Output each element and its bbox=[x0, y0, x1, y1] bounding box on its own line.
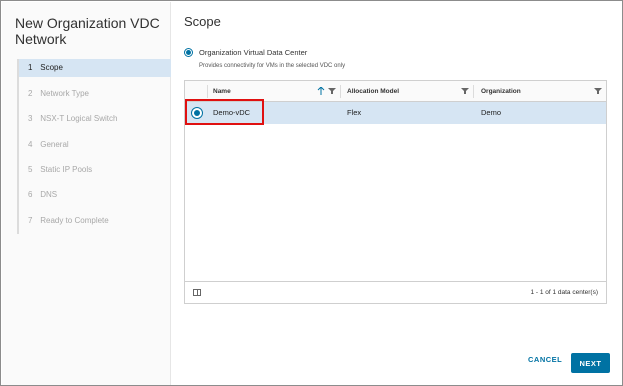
filter-icon[interactable] bbox=[328, 87, 336, 95]
next-button[interactable]: NEXT bbox=[571, 353, 610, 373]
sort-ascending-icon[interactable] bbox=[317, 87, 325, 95]
step-label: General bbox=[40, 140, 69, 149]
step-label: Scope bbox=[40, 63, 63, 72]
wizard-dialog: New Organization VDC Network 1 Scope 2 N… bbox=[0, 0, 623, 386]
cancel-button[interactable]: CANCEL bbox=[528, 355, 562, 364]
filter-icon[interactable] bbox=[461, 87, 469, 95]
step-label: NSX-T Logical Switch bbox=[40, 114, 118, 123]
step-scope[interactable]: 1 Scope bbox=[19, 59, 171, 77]
step-ready-to-complete[interactable]: 7 Ready to Complete bbox=[19, 212, 171, 230]
radio-selected-icon[interactable] bbox=[184, 48, 193, 57]
column-divider bbox=[473, 85, 474, 98]
wizard-title: New Organization VDC Network bbox=[15, 15, 160, 47]
filter-icon[interactable] bbox=[594, 87, 602, 95]
step-label: Network Type bbox=[40, 89, 89, 98]
step-number: 7 bbox=[28, 216, 33, 225]
scope-option-description: Provides connectivity for VMs in the sel… bbox=[199, 63, 346, 69]
step-label: DNS bbox=[40, 190, 58, 199]
cell-organization: Demo bbox=[481, 108, 502, 117]
step-static-ip-pools[interactable]: 5 Static IP Pools bbox=[19, 161, 171, 179]
step-number: 6 bbox=[28, 190, 33, 199]
step-label: Static IP Pools bbox=[40, 165, 93, 174]
scope-option[interactable]: Organization Virtual Data Center bbox=[184, 48, 307, 57]
wizard-sidebar: New Organization VDC Network 1 Scope 2 N… bbox=[2, 2, 171, 385]
column-divider bbox=[340, 85, 341, 98]
cell-allocation-model: Flex bbox=[347, 108, 362, 117]
step-number: 3 bbox=[28, 114, 33, 123]
column-header-organization[interactable]: Organization bbox=[481, 81, 521, 102]
step-number: 2 bbox=[28, 89, 33, 98]
step-network-type[interactable]: 2 Network Type bbox=[19, 85, 171, 103]
wizard-main: Scope Organization Virtual Data Center P… bbox=[172, 2, 622, 385]
scope-option-label: Organization Virtual Data Center bbox=[199, 48, 308, 57]
step-nsx-t-logical-switch[interactable]: 3 NSX-T Logical Switch bbox=[19, 110, 171, 128]
column-divider bbox=[207, 85, 208, 98]
step-dns[interactable]: 6 DNS bbox=[19, 186, 171, 204]
step-number: 1 bbox=[28, 63, 33, 72]
column-header-allocation-model[interactable]: Allocation Model bbox=[347, 81, 399, 102]
grid-count: 1 - 1 of 1 data center(s) bbox=[530, 289, 598, 296]
grid-footer: 1 - 1 of 1 data center(s) bbox=[185, 281, 606, 303]
highlight-annotation bbox=[185, 99, 264, 125]
step-number: 4 bbox=[28, 140, 33, 149]
wizard-steps: 1 Scope 2 Network Type 3 NSX-T Logical S… bbox=[17, 59, 171, 234]
step-label: Ready to Complete bbox=[40, 216, 109, 225]
step-general[interactable]: 4 General bbox=[19, 136, 171, 154]
page-title: Scope bbox=[184, 14, 221, 29]
column-toggle-icon[interactable] bbox=[193, 289, 201, 296]
step-number: 5 bbox=[28, 165, 33, 174]
